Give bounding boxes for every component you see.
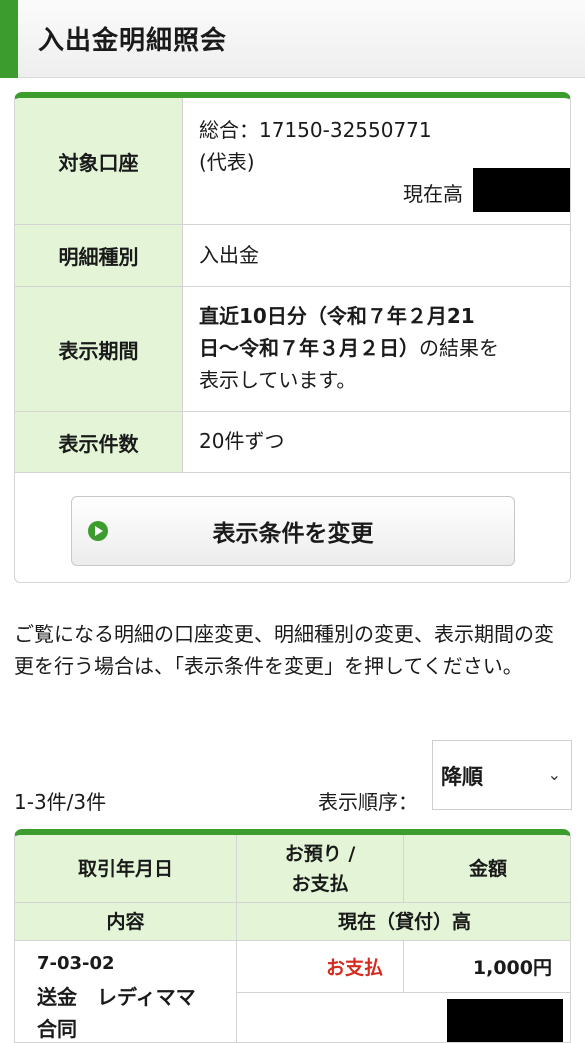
count-label: 表示件数 <box>15 412 183 472</box>
row-balance-redacted <box>447 999 563 1042</box>
header-withdraw: お支払 <box>291 872 349 895</box>
sort-order-value: 降順 <box>441 765 483 789</box>
balance-redacted <box>473 168 570 212</box>
instruction-text: ご覧になる明細の口座変更、明細種別の変更、表示期間の変更を行う場合は、「表示条件… <box>14 622 554 678</box>
header-accent-bar <box>0 0 18 78</box>
table-row-content-cell: 7-03-02 送金 レディママ 合同 <box>15 941 237 1042</box>
period-line2-bold: 日～令和７年３月２日） <box>199 336 419 360</box>
change-conditions-label: 表示条件を変更 <box>212 521 374 547</box>
header-content: 内容 <box>15 903 237 941</box>
table-row-type-cell: お支払 <box>237 941 404 993</box>
change-conditions-button[interactable]: 表示条件を変更 <box>71 496 515 566</box>
header-date: 取引年月日 <box>15 835 237 903</box>
row-amount: 1,000円 <box>472 957 552 979</box>
type-row: 明細種別 入出金 <box>15 225 570 287</box>
count-row: 表示件数 20件ずつ <box>15 412 570 473</box>
chevron-down-icon: ⌄ <box>547 765 561 784</box>
row-content-line2: 合同 <box>37 1017 77 1041</box>
header-deposit-withdraw: お預り / お支払 <box>237 835 404 903</box>
period-row: 表示期間 直近10日分（令和７年２月21 日～令和７年３月２日）の結果を 表示し… <box>15 287 570 412</box>
account-number: 総合：17150-32550771 <box>199 118 432 142</box>
type-value: 入出金 <box>199 243 259 267</box>
account-row: 対象口座 総合：17150-32550771 (代表) 現在高 <box>15 98 570 225</box>
row-date: 7-03-02 <box>37 953 115 974</box>
sort-order-label: 表示順序： <box>318 790 418 814</box>
table-row-balance-cell <box>237 993 570 1042</box>
period-label: 表示期間 <box>15 287 183 411</box>
row-content-line1: 送金 レディママ <box>37 985 196 1009</box>
play-icon <box>88 521 108 541</box>
page-title: 入出金明細照会 <box>38 26 228 56</box>
period-line3: 表示しています。 <box>199 368 357 392</box>
transactions-table: 取引年月日 お預り / お支払 金額 内容 現在（貸付）高 7-03-02 送金… <box>14 829 571 1043</box>
period-line2-rest: の結果を <box>419 336 499 360</box>
header-amount: 金額 <box>404 835 570 903</box>
page-header: 入出金明細照会 <box>0 0 585 78</box>
header-deposit: お預り / <box>284 842 356 865</box>
account-label: 対象口座 <box>15 98 183 224</box>
row-type: お支払 <box>325 957 383 979</box>
sort-order-select[interactable]: 降順 ⌄ <box>432 740 572 810</box>
header-balance: 現在（貸付）高 <box>237 903 570 941</box>
result-count: 1-3件/3件 <box>14 790 107 814</box>
inquiry-conditions-card: 対象口座 総合：17150-32550771 (代表) 現在高 明細種別 入出金… <box>14 92 571 583</box>
count-value: 20件ずつ <box>199 429 285 453</box>
period-line1: 直近10日分（令和７年２月21 <box>199 304 475 328</box>
type-label: 明細種別 <box>15 225 183 286</box>
balance-label: 現在高 <box>403 182 463 206</box>
table-row-amount-cell: 1,000円 <box>404 941 570 993</box>
